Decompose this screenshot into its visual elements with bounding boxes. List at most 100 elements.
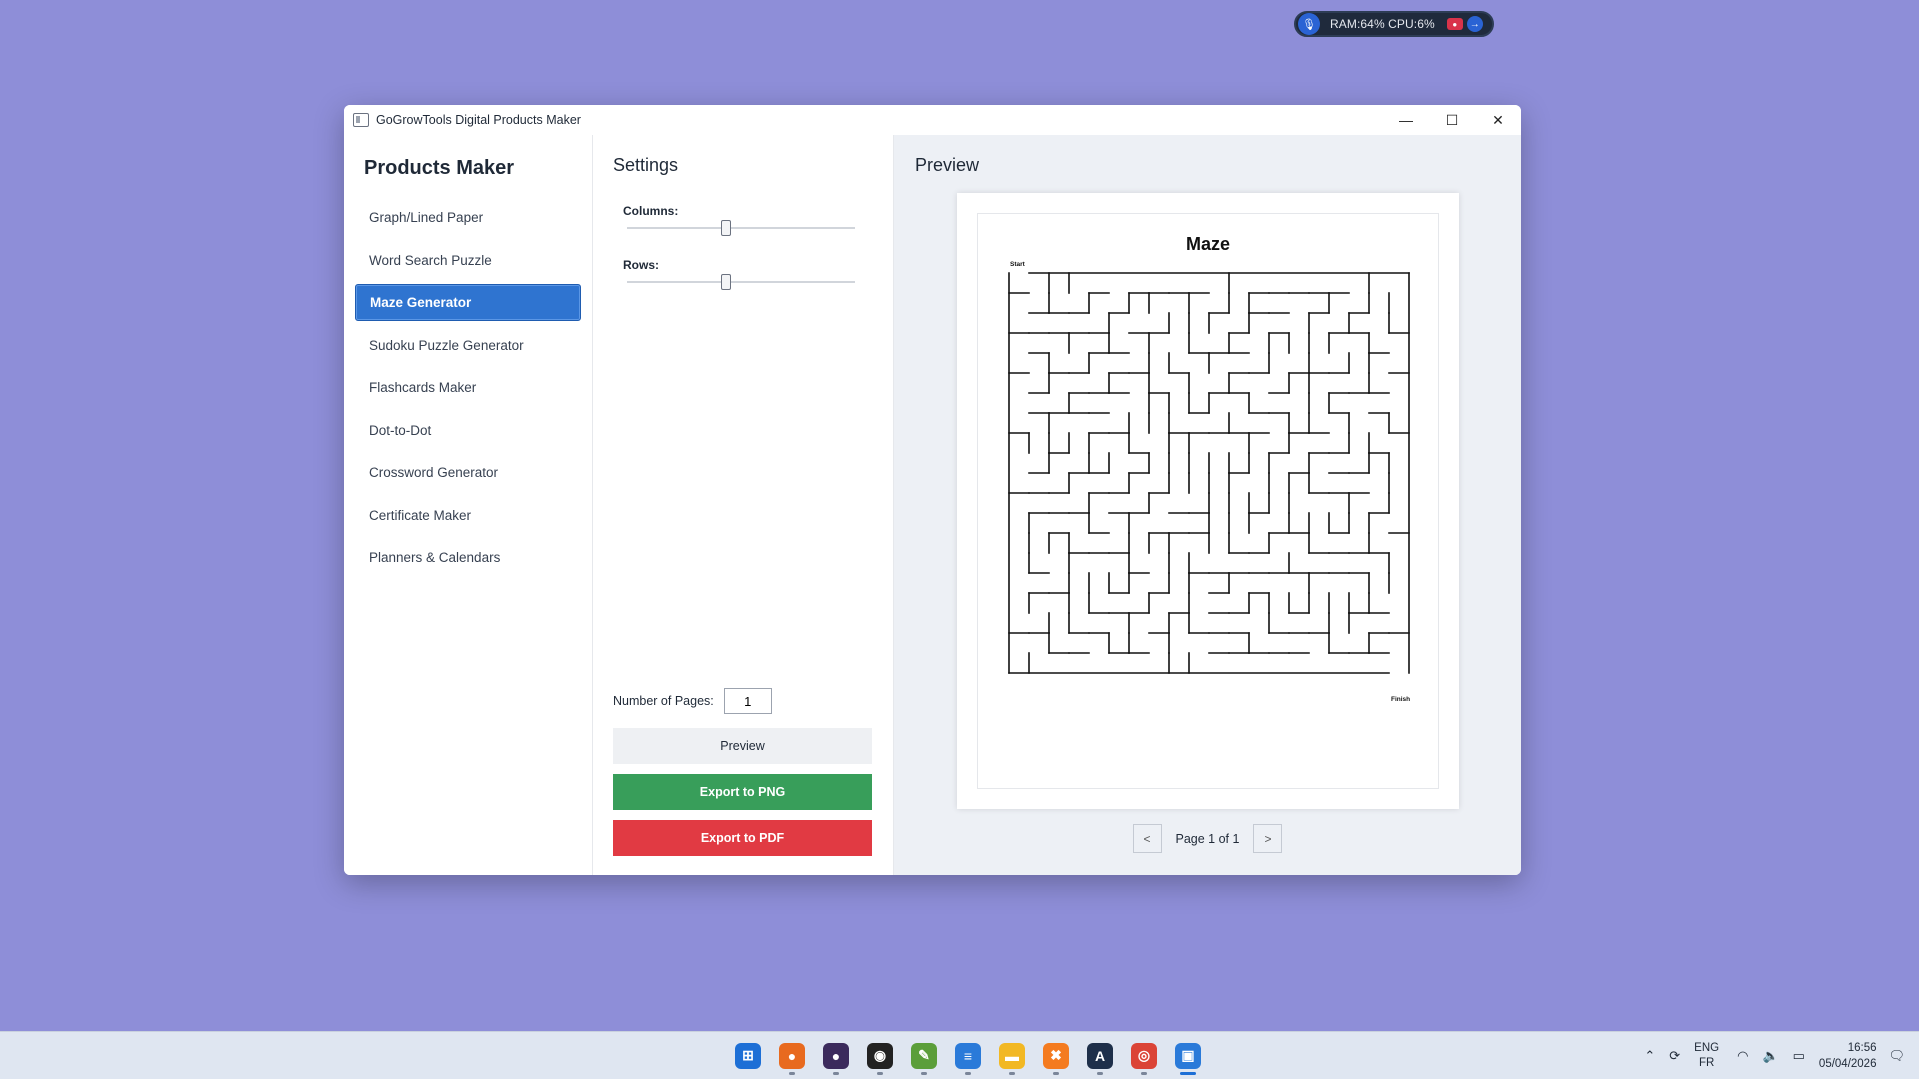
running-indicator [1141,1072,1147,1075]
wifi-icon[interactable]: ◠ [1737,1048,1748,1064]
editor-a-icon[interactable]: A [1078,1032,1122,1079]
page-border: Maze Start Finish [977,213,1439,789]
pages-label: Number of Pages: [613,694,714,708]
columns-slider[interactable] [623,218,855,238]
maze-title: Maze [1185,234,1230,254]
obs-icon-glyph: ◉ [867,1042,893,1069]
active-app-icon-glyph: ▣ [1175,1042,1201,1069]
active-app-icon[interactable]: ▣ [1166,1032,1210,1079]
settings-panel: Settings Columns: Rows: Number of Pages: [593,135,894,875]
lang-top: ENG [1694,1041,1720,1054]
rows-slider-rail [627,281,855,283]
clock[interactable]: 16:56 05/04/2026 [1819,1040,1877,1072]
rows-label: Rows: [623,258,659,272]
running-indicator [1180,1072,1196,1075]
obs-icon[interactable]: ◉ [858,1032,902,1079]
preview-panel: Preview Maze Start Finish < Page 1 of 1 … [894,135,1521,875]
sync-icon[interactable]: ⟳ [1669,1048,1680,1064]
battery-icon[interactable]: ▭ [1793,1048,1805,1064]
chevron-up-icon[interactable]: ⌃ [1644,1048,1655,1064]
xampp-icon[interactable]: ✖ [1034,1032,1078,1079]
record-icon[interactable]: ● [1446,18,1463,30]
ram-cpu-readout: RAM:64% CPU:6% [1330,17,1435,31]
pages-row: Number of Pages: [613,688,772,714]
maze-finish-label: Finish [1391,696,1411,703]
running-indicator [1009,1072,1015,1075]
preview-heading: Preview [915,155,980,175]
running-indicator [833,1072,839,1075]
pagination: < Page 1 of 1 > [894,824,1521,853]
maze-start-label: Start [1010,261,1025,268]
microphone-icon[interactable]: 🎙 [1298,13,1320,35]
sidebar-nav: Graph/Lined Paper Word Search Puzzle Maz… [355,199,581,582]
chrome-icon-glyph: ◎ [1131,1042,1157,1069]
taskbar-apps: ⊞ ● ● ◉ ✎ ≡ ▬ ✖ A ◎ ▣ [726,1032,1210,1079]
export-png-button[interactable]: Export to PNG [613,774,872,810]
prev-page-button[interactable]: < [1132,824,1162,853]
rows-slider[interactable] [623,272,855,292]
running-indicator [921,1072,927,1075]
sidebar-item-maze-generator[interactable]: Maze Generator [355,284,581,321]
app-window: GoGrowTools Digital Products Maker — ☐ ✕… [344,105,1521,875]
rows-slider-group: Rows: [623,258,855,292]
firefox-icon-glyph: ● [779,1042,805,1069]
app-icon [353,113,369,127]
notepad-icon-glyph: ≡ [955,1042,981,1069]
xampp-icon-glyph: ✖ [1043,1042,1069,1069]
file-explorer-icon[interactable]: ▬ [990,1032,1034,1079]
volume-icon[interactable]: 🔈 [1762,1048,1778,1064]
start-icon-glyph: ⊞ [735,1042,761,1069]
sidebar: Products Maker Graph/Lined Paper Word Se… [344,135,593,875]
clock-time: 16:56 [1847,1041,1877,1054]
sidebar-item-certificate-maker[interactable]: Certificate Maker [355,497,581,534]
lang-bottom: FR [1698,1056,1715,1069]
running-indicator [877,1072,883,1075]
columns-slider-group: Columns: [623,204,855,238]
start-icon[interactable]: ⊞ [726,1032,770,1079]
close-button[interactable]: ✕ [1475,105,1521,135]
sidebar-item-word-search-puzzle[interactable]: Word Search Puzzle [355,242,581,279]
window-title: GoGrowTools Digital Products Maker [376,113,581,127]
maze-image [1008,272,1410,674]
sidebar-item-graph-lined-paper[interactable]: Graph/Lined Paper [355,199,581,236]
running-indicator [1097,1072,1103,1075]
export-pdf-button[interactable]: Export to PDF [613,820,872,856]
file-explorer-icon-glyph: ▬ [999,1042,1025,1069]
preview-button[interactable]: Preview [613,728,872,764]
firefox-icon[interactable]: ● [770,1032,814,1079]
system-tray: ⌃ ⟳ ENG FR ◠ 🔈 ▭ 16:56 05/04/2026 🗨 [1644,1032,1919,1079]
settings-heading: Settings [613,155,679,175]
columns-label: Columns: [623,204,679,218]
arrow-right-icon[interactable]: → [1466,16,1483,32]
editor-a-icon-glyph: A [1087,1042,1113,1069]
next-page-button[interactable]: > [1253,824,1283,853]
title-bar[interactable]: GoGrowTools Digital Products Maker — ☐ ✕ [344,105,1521,135]
clock-date: 05/04/2026 [1818,1057,1877,1070]
columns-slider-thumb[interactable] [720,220,731,236]
running-indicator [789,1072,795,1075]
running-indicator [1053,1072,1059,1075]
sidebar-item-dot-to-dot[interactable]: Dot-to-Dot [355,412,581,449]
notepad-icon[interactable]: ≡ [946,1032,990,1079]
running-indicator [965,1072,971,1075]
columns-slider-rail [627,227,855,229]
rows-slider-thumb[interactable] [720,274,731,290]
maximize-button[interactable]: ☐ [1429,105,1475,135]
app-purple-icon[interactable]: ● [814,1032,858,1079]
sidebar-item-crossword-generator[interactable]: Crossword Generator [355,454,581,491]
chrome-icon[interactable]: ◎ [1122,1032,1166,1079]
notification-icon[interactable]: 🗨 [1888,1048,1905,1064]
sidebar-item-flashcards-maker[interactable]: Flashcards Maker [355,369,581,406]
language-indicator[interactable]: ENG FR [1694,1041,1719,1071]
pages-input[interactable] [723,688,772,714]
page-indicator: Page 1 of 1 [1175,831,1240,846]
sidebar-item-sudoku-puzzle-generator[interactable]: Sudoku Puzzle Generator [355,327,581,364]
notepad-green-icon-glyph: ✎ [911,1042,937,1069]
taskbar: ⊞ ● ● ◉ ✎ ≡ ▬ ✖ A ◎ ▣ ⌃ ⟳ ENG FR ◠ 🔈 ▭ 16:56 05/04… [0,1031,1919,1079]
sidebar-item-planners-calendars[interactable]: Planners & Calendars [355,539,581,576]
minimize-button[interactable]: — [1383,105,1429,135]
preview-page: Maze Start Finish [957,193,1459,809]
notepad-green-icon[interactable]: ✎ [902,1032,946,1079]
system-monitor-widget[interactable]: 🎙 RAM:64% CPU:6% ● → [1294,11,1494,37]
sidebar-heading: Products Maker [364,157,515,179]
